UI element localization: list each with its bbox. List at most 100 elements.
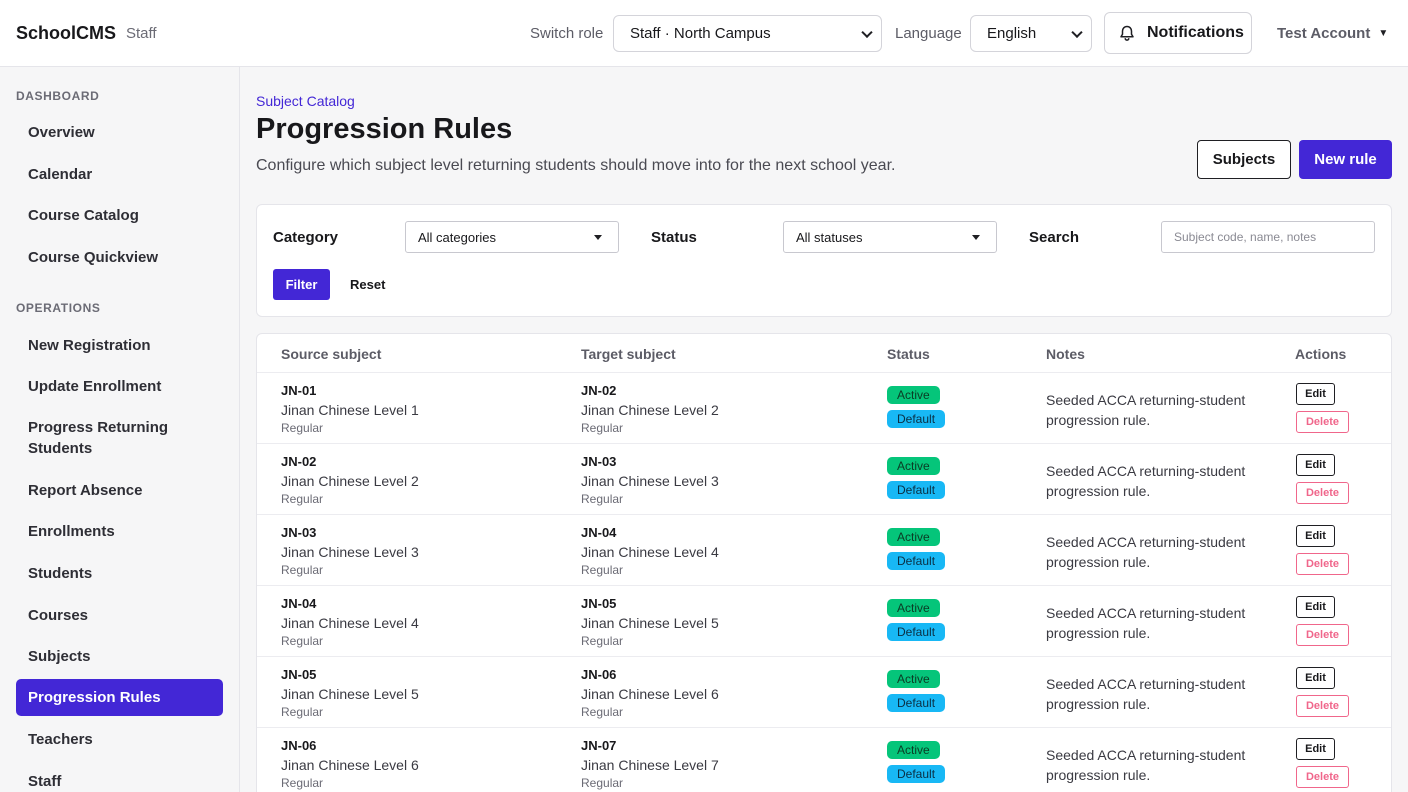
edit-button[interactable]: Edit: [1296, 525, 1335, 547]
sidebar-section-operations: OPERATIONS: [16, 301, 101, 315]
status-badge-active: Active: [887, 457, 940, 475]
column-header-source: Source subject: [281, 346, 382, 362]
target-code: JN-03: [581, 454, 617, 469]
target-type: Regular: [581, 776, 624, 790]
table-row: JN-05 Jinan Chinese Level 5 Regular JN-0…: [257, 656, 1391, 727]
status-badge-default: Default: [887, 623, 946, 641]
page-subtitle: Configure which subject level returning …: [256, 157, 896, 174]
status-badge-active: Active: [887, 528, 940, 546]
delete-button[interactable]: Delete: [1296, 624, 1349, 646]
new-rule-button[interactable]: New rule: [1299, 140, 1392, 179]
language-select[interactable]: English: [970, 15, 1092, 52]
target-name: Jinan Chinese Level 7: [581, 757, 719, 773]
sidebar-item-report-absence[interactable]: Report Absence: [16, 473, 223, 507]
sidebar-item-course-quickview[interactable]: Course Quickview: [16, 240, 223, 274]
brand-logo[interactable]: SchoolCMS: [16, 23, 116, 44]
category-select[interactable]: All categories: [405, 221, 619, 253]
target-type: Regular: [581, 421, 624, 435]
breadcrumb-subject-catalog[interactable]: Subject Catalog: [256, 93, 355, 109]
sidebar-item-overview[interactable]: Overview: [16, 115, 223, 149]
account-name: Test Account: [1277, 25, 1371, 42]
sidebar-item-progression-rules[interactable]: Progression Rules: [16, 679, 223, 716]
status-badge-default: Default: [887, 694, 946, 712]
category-label: Category: [273, 229, 339, 246]
sidebar-item-new-registration[interactable]: New Registration: [16, 328, 223, 362]
source-code: JN-02: [281, 454, 317, 469]
sidebar-item-course-catalog[interactable]: Course Catalog: [16, 198, 223, 232]
column-header-status: Status: [887, 346, 930, 362]
page-title: Progression Rules: [256, 113, 513, 145]
edit-button[interactable]: Edit: [1296, 454, 1335, 476]
caret-down-icon: [594, 235, 602, 240]
filter-button[interactable]: Filter: [273, 269, 330, 300]
source-code: JN-04: [281, 596, 317, 611]
sidebar-item-students[interactable]: Students: [16, 556, 223, 590]
edit-button[interactable]: Edit: [1296, 667, 1335, 689]
sidebar-item-update-enrollment[interactable]: Update Enrollment: [16, 369, 223, 403]
caret-down-icon: ▼: [1378, 28, 1389, 39]
search-input[interactable]: Subject code, name, notes: [1161, 221, 1375, 253]
sidebar-item-progress-returning-students[interactable]: Progress Returning Students: [16, 416, 196, 460]
status-select-value: All statuses: [796, 229, 863, 245]
edit-button[interactable]: Edit: [1296, 738, 1335, 760]
progression-rules-table: Source subject Target subject Status Not…: [256, 333, 1392, 792]
table-row: JN-02 Jinan Chinese Level 2 Regular JN-0…: [257, 443, 1391, 514]
status-badge-active: Active: [887, 670, 940, 688]
category-select-value: All categories: [418, 229, 497, 245]
column-header-notes: Notes: [1046, 346, 1085, 362]
status-badge-default: Default: [887, 410, 946, 428]
source-code: JN-06: [281, 738, 317, 753]
delete-button[interactable]: Delete: [1296, 482, 1349, 504]
edit-button[interactable]: Edit: [1296, 596, 1335, 618]
delete-button[interactable]: Delete: [1296, 766, 1349, 788]
chevron-down-icon: [1071, 26, 1083, 38]
sidebar-item-subjects[interactable]: Subjects: [16, 639, 223, 673]
source-type: Regular: [281, 634, 324, 648]
role-select[interactable]: Staff · North Campus: [613, 15, 882, 52]
table-row: JN-06 Jinan Chinese Level 6 Regular JN-0…: [257, 727, 1391, 792]
rule-notes: Seeded ACCA returning-student progressio…: [1046, 392, 1246, 428]
reset-button[interactable]: Reset: [350, 277, 385, 292]
source-name: Jinan Chinese Level 3: [281, 544, 419, 560]
filter-panel: Category All categories Status All statu…: [256, 204, 1392, 317]
source-type: Regular: [281, 421, 324, 435]
sidebar-item-teachers[interactable]: Teachers: [16, 722, 223, 756]
source-type: Regular: [281, 705, 324, 719]
search-placeholder: Subject code, name, notes: [1174, 230, 1317, 244]
rule-notes: Seeded ACCA returning-student progressio…: [1046, 605, 1246, 641]
status-badge-active: Active: [887, 386, 940, 404]
rule-notes: Seeded ACCA returning-student progressio…: [1046, 676, 1246, 712]
target-name: Jinan Chinese Level 6: [581, 686, 719, 702]
sidebar-section-dashboard: DASHBOARD: [16, 89, 100, 103]
sidebar-item-enrollments[interactable]: Enrollments: [16, 514, 223, 548]
sidebar: DASHBOARD Overview Calendar Course Catal…: [0, 67, 240, 792]
switch-role-label: Switch role: [530, 25, 604, 42]
status-badge-default: Default: [887, 552, 946, 570]
subjects-button[interactable]: Subjects: [1197, 140, 1291, 179]
notifications-button[interactable]: Notifications: [1104, 12, 1252, 54]
language-select-value: English: [987, 25, 1037, 42]
account-menu[interactable]: Test Account ▼: [1277, 25, 1388, 42]
sidebar-item-courses[interactable]: Courses: [16, 598, 223, 632]
sidebar-item-calendar[interactable]: Calendar: [16, 157, 223, 191]
delete-button[interactable]: Delete: [1296, 411, 1349, 433]
status-select[interactable]: All statuses: [783, 221, 997, 253]
source-code: JN-05: [281, 667, 317, 682]
sidebar-item-staff[interactable]: Staff: [16, 764, 223, 792]
target-code: JN-06: [581, 667, 617, 682]
table-row: JN-03 Jinan Chinese Level 3 Regular JN-0…: [257, 514, 1391, 585]
caret-down-icon: [972, 235, 980, 240]
delete-button[interactable]: Delete: [1296, 553, 1349, 575]
source-type: Regular: [281, 492, 324, 506]
status-badge-active: Active: [887, 741, 940, 759]
delete-button[interactable]: Delete: [1296, 695, 1349, 717]
source-code: JN-03: [281, 525, 317, 540]
target-code: JN-02: [581, 383, 617, 398]
source-name: Jinan Chinese Level 6: [281, 757, 419, 773]
target-code: JN-07: [581, 738, 617, 753]
target-name: Jinan Chinese Level 5: [581, 615, 719, 631]
source-name: Jinan Chinese Level 4: [281, 615, 419, 631]
bell-icon: [1120, 25, 1134, 41]
status-label: Status: [651, 229, 697, 246]
edit-button[interactable]: Edit: [1296, 383, 1335, 405]
